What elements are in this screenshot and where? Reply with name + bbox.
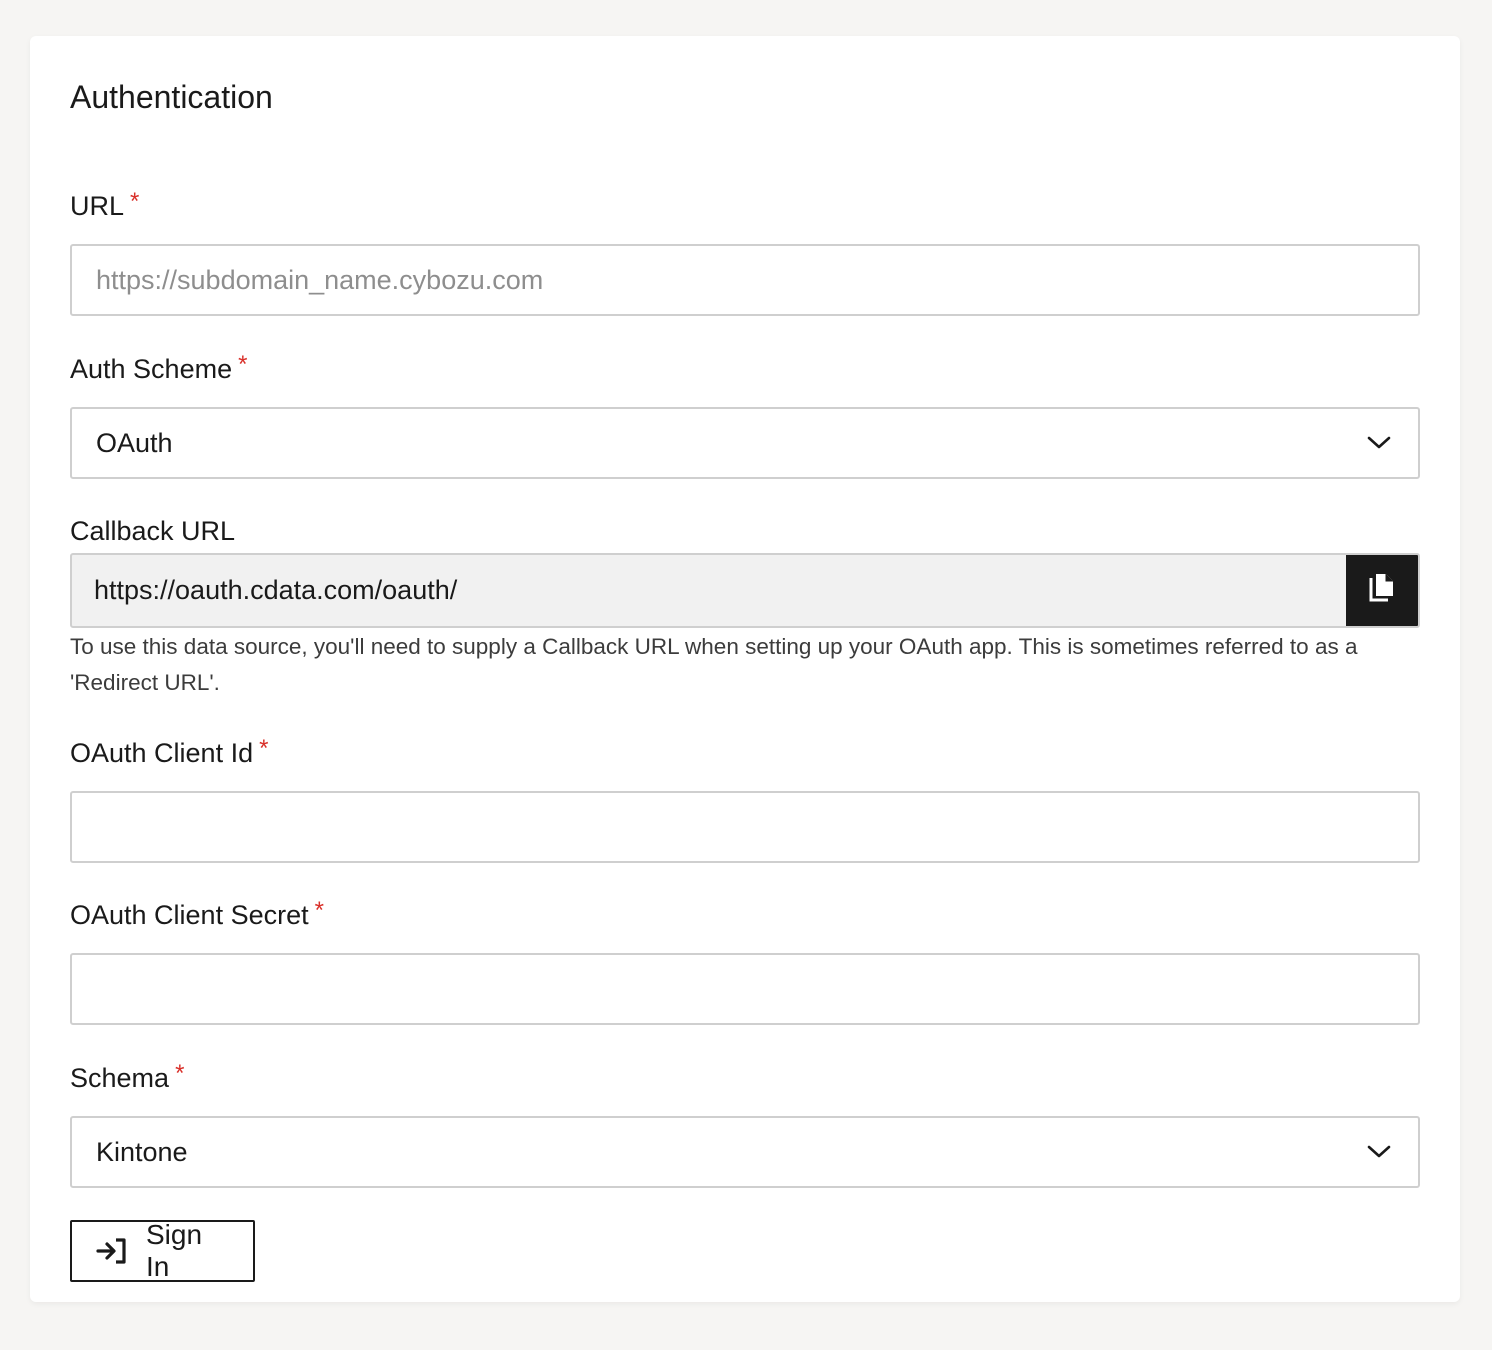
schema-label: Schema * [70, 1060, 185, 1097]
client-id-label: OAuth Client Id * [70, 735, 269, 772]
url-input[interactable] [70, 244, 1420, 316]
client-secret-label-text: OAuth Client Secret [70, 900, 309, 930]
chevron-down-icon [1366, 1139, 1392, 1165]
callback-url-value: https://oauth.cdata.com/oauth/ [94, 575, 458, 605]
callback-url-label: Callback URL [70, 514, 235, 548]
auth-scheme-label: Auth Scheme * [70, 351, 248, 388]
auth-scheme-selected-value: OAuth [96, 427, 173, 458]
client-id-input[interactable] [70, 791, 1420, 863]
authentication-card: Authentication URL* Auth Scheme* OAuth C… [30, 36, 1460, 1302]
chevron-down-icon [1366, 430, 1392, 456]
auth-scheme-label-text: Auth Scheme [70, 354, 233, 384]
copy-icon [1368, 572, 1396, 609]
section-title: Authentication [70, 79, 273, 115]
schema-label-text: Schema [70, 1063, 170, 1093]
required-mark: * [259, 735, 269, 762]
callback-url-field: https://oauth.cdata.com/oauth/ [70, 553, 1420, 628]
callback-url-help-text: To use this data source, you'll need to … [70, 634, 1358, 695]
required-mark: * [314, 897, 324, 924]
required-mark: * [175, 1060, 185, 1087]
callback-url-label-text: Callback URL [70, 516, 236, 546]
client-secret-label: OAuth Client Secret * [70, 897, 324, 934]
sign-in-icon [96, 1236, 128, 1266]
url-label-text: URL [70, 191, 125, 221]
schema-selected-value: Kintone [96, 1136, 188, 1167]
sign-in-label: Sign In [146, 1219, 203, 1282]
copy-callback-url-button[interactable] [1346, 555, 1418, 626]
client-secret-input[interactable] [70, 953, 1420, 1025]
schema-select[interactable]: Kintone [70, 1116, 1420, 1188]
url-label: URL * [70, 188, 140, 225]
client-id-label-text: OAuth Client Id [70, 738, 254, 768]
auth-scheme-select[interactable]: OAuth [70, 407, 1420, 479]
required-mark: * [238, 351, 248, 378]
required-mark: * [130, 188, 140, 215]
sign-in-button[interactable]: Sign In [70, 1219, 255, 1282]
